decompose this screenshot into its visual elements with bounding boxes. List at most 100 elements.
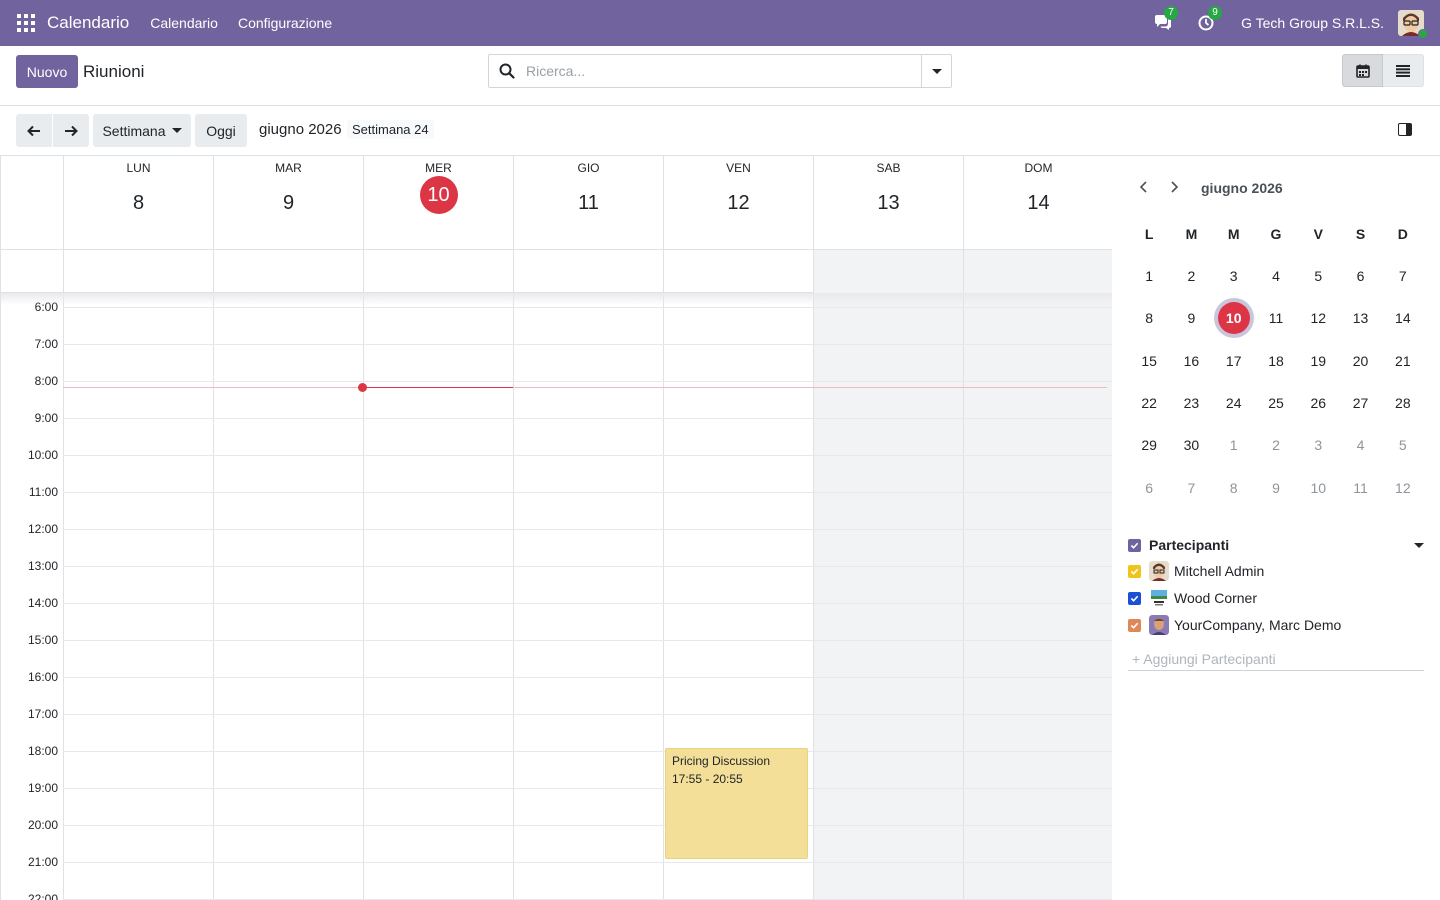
all-day-cell[interactable] — [513, 250, 663, 293]
mini-calendar-day[interactable]: 7 — [1382, 255, 1424, 297]
mini-calendar-day[interactable]: 6 — [1128, 467, 1170, 509]
attendee-checkbox[interactable] — [1128, 591, 1141, 605]
hour-line — [63, 788, 1112, 789]
day-header-lun[interactable]: LUN 8 — [63, 156, 213, 249]
mini-calendar-week: 22 23 24 25 26 27 28 — [1128, 382, 1424, 424]
mini-calendar-day[interactable]: 1 — [1128, 255, 1170, 297]
attendee-item[interactable]: Wood Corner — [1128, 587, 1424, 609]
mini-calendar-day[interactable]: 1 — [1213, 424, 1255, 466]
mini-calendar-day[interactable]: 20 — [1339, 340, 1381, 382]
add-attendee-input[interactable] — [1128, 648, 1424, 671]
mini-calendar-day[interactable]: 17 — [1213, 340, 1255, 382]
calendar-view-button[interactable] — [1342, 54, 1383, 87]
mini-calendar-day[interactable]: 10 — [1297, 467, 1339, 509]
mini-calendar-day[interactable]: 14 — [1382, 297, 1424, 339]
scale-dropdown[interactable]: Settimana — [93, 114, 191, 147]
mini-calendar-day[interactable]: 2 — [1255, 424, 1297, 466]
mini-calendar-day[interactable]: 24 — [1213, 382, 1255, 424]
mini-calendar-day[interactable]: 16 — [1170, 340, 1212, 382]
day-header-gio[interactable]: GIO 11 — [513, 156, 663, 249]
page-title: Riunioni — [83, 62, 145, 81]
all-day-cell[interactable] — [213, 250, 363, 293]
mini-calendar-day[interactable]: 8 — [1213, 467, 1255, 509]
day-header-mer[interactable]: MER 10 — [363, 156, 513, 249]
attendee-item[interactable]: YourCompany, Marc Demo — [1128, 614, 1424, 636]
app-menu-icon[interactable] — [17, 14, 35, 32]
mini-calendar-day[interactable]: 11 — [1339, 467, 1381, 509]
day-number: 7 — [1398, 268, 1407, 284]
calendar-event[interactable]: Pricing Discussion 17:55 - 20:55 — [665, 748, 808, 860]
day-number: 10 — [1217, 302, 1250, 335]
mini-calendar-day[interactable]: 30 — [1170, 424, 1212, 466]
mini-calendar-day[interactable]: 5 — [1382, 424, 1424, 466]
mini-calendar-day[interactable]: 22 — [1128, 382, 1170, 424]
mini-calendar-today[interactable]: 10 — [1213, 297, 1255, 339]
search-options-toggle[interactable] — [921, 55, 951, 87]
day-header-mar[interactable]: MAR 9 — [213, 156, 363, 249]
user-avatar[interactable] — [1398, 10, 1428, 39]
mini-calendar-day[interactable]: 4 — [1339, 424, 1381, 466]
mini-calendar-day[interactable]: 28 — [1382, 382, 1424, 424]
mini-calendar-day[interactable]: 26 — [1297, 382, 1339, 424]
mini-calendar-day[interactable]: 12 — [1382, 467, 1424, 509]
day-number: 3 — [1314, 437, 1323, 454]
chevron-down-icon[interactable] — [1414, 543, 1424, 548]
column-divider — [213, 293, 214, 900]
new-button[interactable]: Nuovo — [16, 55, 78, 88]
all-day-cell[interactable] — [363, 250, 513, 293]
mini-calendar-day[interactable]: 6 — [1339, 255, 1381, 297]
today-button[interactable]: Oggi — [195, 114, 247, 147]
attendee-item[interactable]: Mitchell Admin — [1128, 560, 1424, 582]
mini-calendar-next-icon[interactable] — [1167, 180, 1181, 194]
mini-calendar-day[interactable]: 19 — [1297, 340, 1339, 382]
search-input[interactable] — [526, 63, 906, 79]
mini-calendar-day[interactable]: 12 — [1297, 297, 1339, 339]
company-switcher[interactable]: G Tech Group S.R.L.S. — [1241, 15, 1384, 31]
mini-calendar-day[interactable]: 8 — [1128, 297, 1170, 339]
mini-calendar-day[interactable]: 13 — [1339, 297, 1381, 339]
mini-calendar-day[interactable]: 5 — [1297, 255, 1339, 297]
all-day-cell[interactable] — [813, 250, 963, 293]
mini-calendar-day[interactable]: 23 — [1170, 382, 1212, 424]
mini-calendar-day[interactable]: 2 — [1170, 255, 1212, 297]
menu-item-configurazione[interactable]: Configurazione — [238, 15, 332, 31]
day-header-ven[interactable]: VEN 12 — [663, 156, 813, 249]
hour-label: 14:00 — [27, 596, 58, 610]
mini-calendar-day[interactable]: 29 — [1128, 424, 1170, 466]
mini-calendar-prev-icon[interactable] — [1137, 180, 1151, 194]
list-view-button[interactable] — [1383, 54, 1424, 87]
mini-calendar-day[interactable]: 3 — [1213, 255, 1255, 297]
day-header-dom[interactable]: DOM 14 — [963, 156, 1112, 249]
mini-calendar-day[interactable]: 9 — [1255, 467, 1297, 509]
all-day-cell[interactable] — [63, 250, 213, 293]
all-day-cell[interactable] — [663, 250, 813, 293]
day-number: 2 — [1187, 268, 1196, 284]
column-divider — [663, 293, 664, 900]
previous-period-button[interactable] — [16, 114, 52, 147]
attendees-all-checkbox[interactable] — [1128, 538, 1141, 552]
attendee-checkbox[interactable] — [1128, 618, 1141, 632]
mini-calendar-day[interactable]: 11 — [1255, 297, 1297, 339]
attendee-checkbox[interactable] — [1128, 564, 1141, 578]
mini-calendar-day[interactable]: 4 — [1255, 255, 1297, 297]
mini-calendar-day[interactable]: 27 — [1339, 382, 1381, 424]
mini-calendar-day[interactable]: 3 — [1297, 424, 1339, 466]
day-header-sab[interactable]: SAB 13 — [813, 156, 963, 249]
mini-calendar-day[interactable]: 9 — [1170, 297, 1212, 339]
messages-icon[interactable]: 7 — [1153, 6, 1179, 33]
weekend-column[interactable] — [813, 293, 963, 900]
mini-calendar-day[interactable]: 18 — [1255, 340, 1297, 382]
menu-item-calendario[interactable]: Calendario — [150, 15, 218, 31]
app-name[interactable]: Calendario — [47, 13, 129, 33]
mini-calendar-day[interactable]: 15 — [1128, 340, 1170, 382]
day-number: 16 — [1183, 352, 1200, 369]
weekend-column[interactable] — [963, 293, 1112, 900]
side-panel-toggle-icon[interactable] — [1398, 123, 1412, 136]
all-day-cell[interactable] — [963, 250, 1112, 293]
mini-calendar-day[interactable]: 7 — [1170, 467, 1212, 509]
attendee-name: Mitchell Admin — [1174, 563, 1265, 579]
next-period-button[interactable] — [53, 114, 89, 147]
activities-clock-icon[interactable]: 9 — [1197, 6, 1223, 33]
mini-calendar-day[interactable]: 25 — [1255, 382, 1297, 424]
mini-calendar-day[interactable]: 21 — [1382, 340, 1424, 382]
